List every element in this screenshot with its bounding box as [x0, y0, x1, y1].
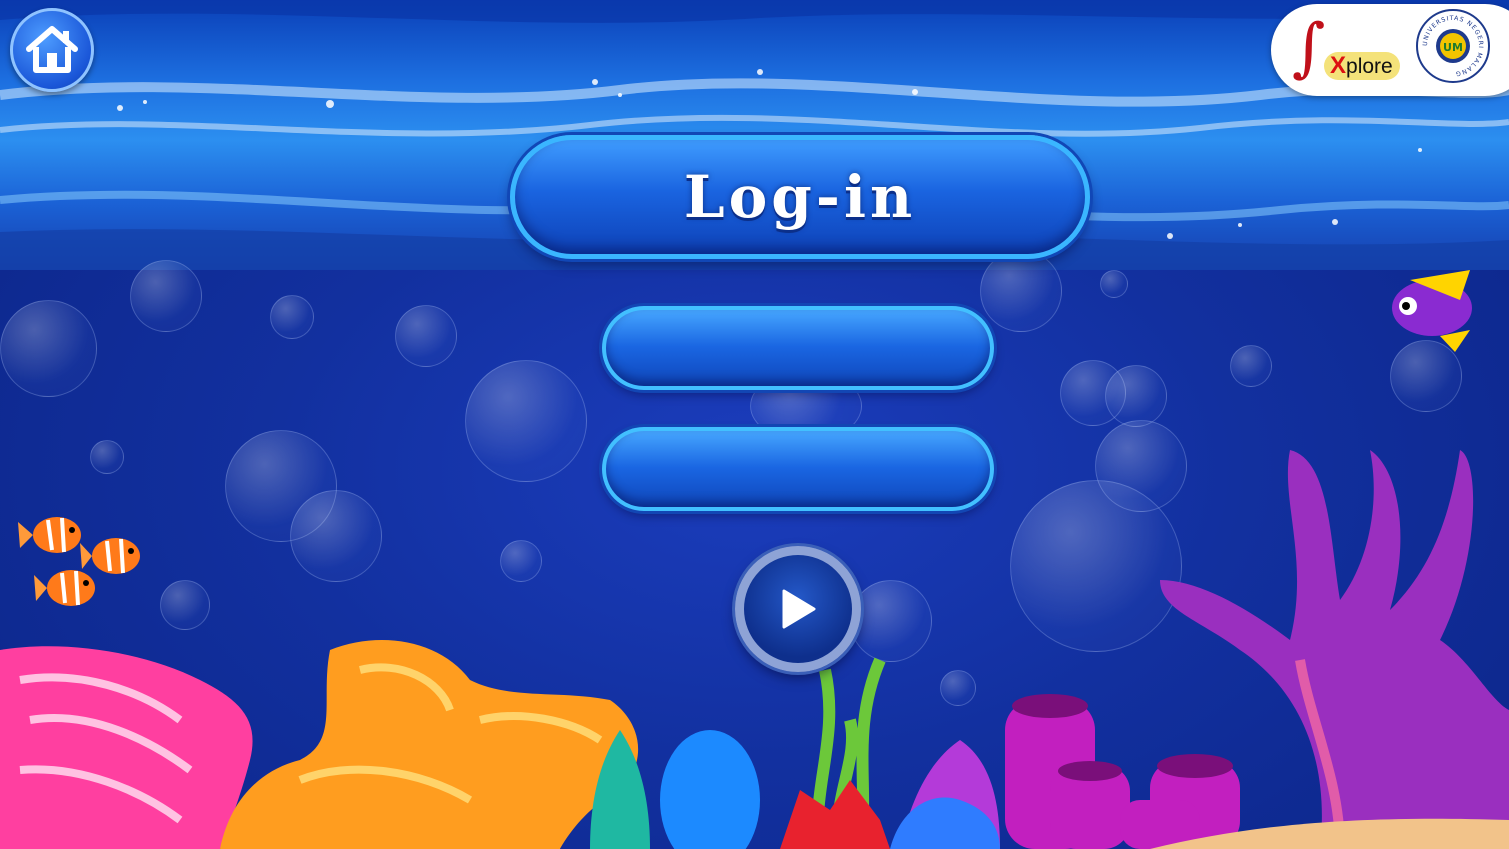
- clownfish-icon: [18, 517, 81, 553]
- app-logo-x: X: [1330, 52, 1347, 79]
- password-field[interactable]: [602, 427, 994, 511]
- underwater-background: ∫ Xplore UNIVERSITAS NEGERI MALANG UM Lo…: [0, 0, 1509, 849]
- home-icon: [26, 26, 78, 73]
- title-banner: Log-in: [510, 135, 1090, 259]
- play-button[interactable]: [735, 546, 861, 672]
- clownfish-icon: [80, 538, 140, 574]
- home-button[interactable]: [10, 8, 94, 92]
- reef-decoration: [0, 270, 1509, 849]
- username-field[interactable]: [602, 306, 994, 390]
- seal-initials: UM: [1443, 41, 1463, 54]
- password-input[interactable]: [636, 449, 970, 491]
- app-logo-text: Xplore: [1324, 52, 1400, 80]
- integral-logo-icon: ∫: [1292, 11, 1326, 85]
- app-logo-rest: plore: [1346, 55, 1393, 78]
- purple-fish-icon: [1392, 270, 1472, 352]
- clownfish-icon: [34, 570, 95, 606]
- play-icon: [782, 589, 816, 629]
- page-title: Log-in: [683, 163, 917, 231]
- university-seal-icon: UNIVERSITAS NEGERI MALANG UM: [1416, 9, 1490, 83]
- username-input[interactable]: [636, 328, 970, 370]
